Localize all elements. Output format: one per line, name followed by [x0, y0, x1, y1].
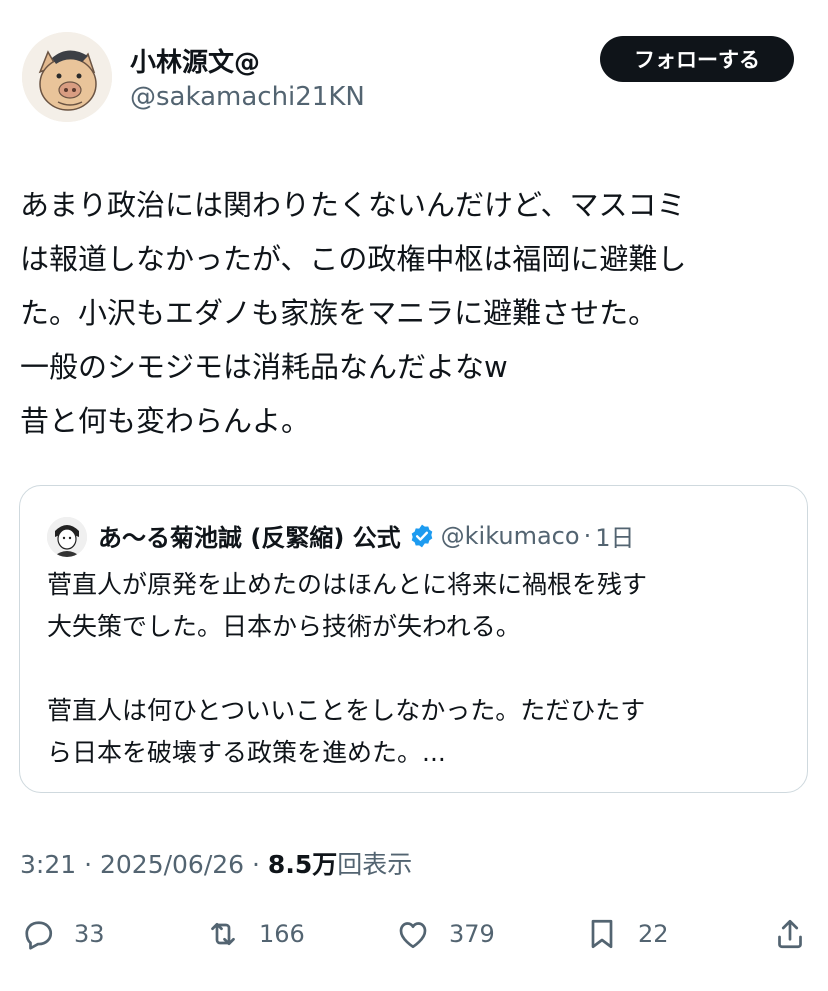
heart-icon	[399, 922, 427, 949]
separator-dot: ·	[583, 521, 592, 550]
quoted-post-card[interactable]: あ〜る菊池誠 (反緊縮) 公式 @kikumaco · 1日 菅直人が原発を止め…	[19, 485, 808, 793]
separator-dot: ·	[76, 850, 100, 879]
post-text-line: 一般のシモジモは消耗品なんだよなw	[20, 350, 508, 384]
post-time[interactable]: 3:21	[20, 850, 76, 879]
quoted-text-line: 菅直人は何ひとついいことをしなかった。ただひたす	[47, 696, 646, 725]
quoted-author-handle[interactable]: @kikumaco	[441, 522, 580, 550]
repost-icon	[211, 922, 235, 946]
reply-icon	[25, 921, 53, 950]
quoted-author-name[interactable]: あ〜る菊池誠 (反緊縮) 公式	[98, 518, 401, 553]
quoted-text-line	[47, 648, 787, 690]
repost-count: 166	[259, 920, 305, 948]
portrait-avatar-icon	[47, 517, 87, 557]
post-text-line: た。小沢もエダノも家族をマニラに避難させた。	[20, 296, 658, 330]
separator-dot: ·	[244, 850, 268, 879]
views-count[interactable]: 8.5万	[268, 850, 337, 879]
post-text-line: 昔と何も変わらんよ。	[20, 404, 311, 438]
author-display-name[interactable]: 小林源文@	[130, 42, 260, 79]
post-date[interactable]: 2025/06/26	[100, 850, 244, 879]
quoted-text-line: 大失策でした。日本から技術が失われる。	[47, 612, 521, 641]
pig-avatar-icon	[22, 32, 112, 122]
reply-count: 33	[74, 920, 105, 948]
share-icon	[778, 919, 802, 949]
like-count: 379	[449, 920, 495, 948]
follow-button[interactable]: フォローする	[600, 36, 794, 82]
share-button[interactable]	[772, 912, 808, 956]
reply-button[interactable]: 33	[20, 912, 105, 956]
views-label[interactable]: 回表示	[337, 850, 412, 879]
author-avatar[interactable]	[22, 32, 112, 122]
bookmark-count: 22	[638, 920, 669, 948]
bookmark-button[interactable]: 22	[584, 912, 669, 956]
quoted-post-time[interactable]: 1日	[595, 518, 634, 553]
post-text-line: は報道しなかったが、この政権中枢は福岡に避難し	[20, 242, 687, 276]
quoted-text-line: ら日本を破壊する政策を進めた。...	[47, 738, 446, 767]
quoted-author-avatar[interactable]	[47, 517, 87, 557]
post-text-line: あまり政治には関わりたくないんだけど、マスコミ	[20, 188, 686, 222]
bookmark-icon	[591, 919, 613, 949]
post-text: あまり政治には関わりたくないんだけど、マスコミ は報道しなかったが、この政権中枢…	[20, 178, 810, 448]
author-handle[interactable]: @sakamachi21KN	[130, 82, 365, 112]
quoted-text-line: 菅直人が原発を止めたのはほんとに将来に禍根を残す	[47, 570, 648, 599]
like-button[interactable]: 379	[395, 912, 495, 956]
verified-badge-icon	[409, 523, 435, 549]
quoted-post-header: あ〜る菊池誠 (反緊縮) 公式 @kikumaco · 1日	[98, 518, 634, 553]
quoted-post-text: 菅直人が原発を止めたのはほんとに将来に禍根を残す 大失策でした。日本から技術が失…	[47, 564, 787, 774]
repost-button[interactable]: 166	[205, 912, 305, 956]
post-metadata: 3:21 · 2025/06/26 · 8.5万回表示	[20, 845, 412, 881]
